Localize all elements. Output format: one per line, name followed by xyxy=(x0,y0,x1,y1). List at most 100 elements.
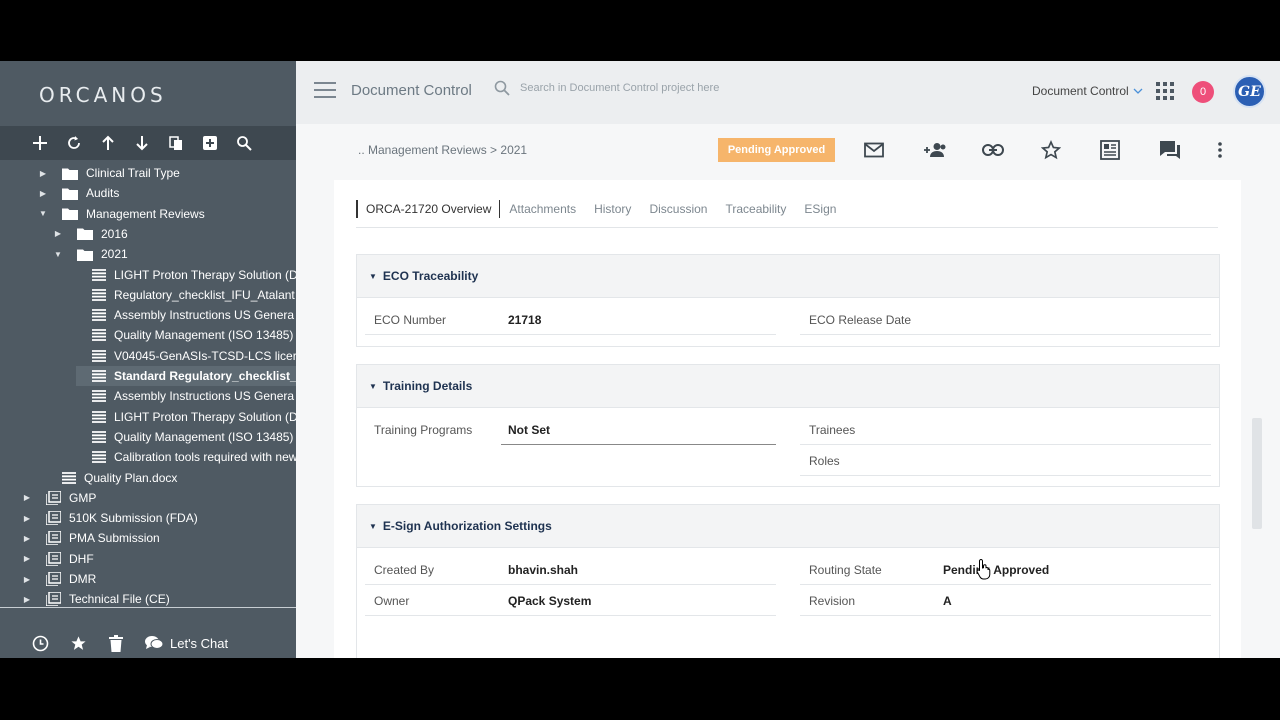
expand-right-icon[interactable]: ▶ xyxy=(22,575,32,584)
tree-node[interactable]: Quality Management (ISO 13485) xyxy=(92,325,293,345)
breadcrumb[interactable]: .. Management Reviews > 2021 xyxy=(358,143,527,157)
more-options-icon[interactable] xyxy=(1218,138,1228,162)
search-input[interactable] xyxy=(520,82,780,94)
comments-icon[interactable] xyxy=(1159,138,1218,162)
roles-field[interactable]: Roles xyxy=(800,445,1211,476)
tree-node[interactable]: Calibration tools required with new xyxy=(92,447,296,467)
folder-icon xyxy=(62,167,78,180)
tree-node-label: LIGHT Proton Therapy Solution (D xyxy=(114,267,296,282)
tree-node[interactable]: ▶ 510K Submission (FDA) xyxy=(22,508,198,528)
tab-traceability[interactable]: Traceability xyxy=(725,200,786,218)
expand-right-icon[interactable]: ▶ xyxy=(22,554,32,563)
add-users-icon[interactable] xyxy=(923,138,982,162)
training-programs-field[interactable]: Training Programs Not Set xyxy=(365,414,776,445)
expand-right-icon[interactable]: ▶ xyxy=(22,514,32,523)
tab-esign[interactable]: ESign xyxy=(804,200,836,218)
notification-badge[interactable]: 0 xyxy=(1192,81,1214,103)
tab-discussion[interactable]: Discussion xyxy=(649,200,707,218)
field-value[interactable]: 21718 xyxy=(508,313,541,327)
trash-icon[interactable] xyxy=(106,633,126,653)
link-icon[interactable] xyxy=(982,138,1041,162)
folder-icon xyxy=(62,187,78,200)
project-selector[interactable]: Document Control xyxy=(1032,84,1143,98)
tree-node[interactable]: Quality Management (ISO 13485) xyxy=(92,427,293,447)
expand-right-icon[interactable]: ▶ xyxy=(53,229,63,238)
trainees-field[interactable]: Trainees xyxy=(800,414,1211,445)
caret-down-icon: ▼ xyxy=(369,521,377,531)
tree-node-label: Quality Management (ISO 13485) xyxy=(114,429,294,444)
chevron-down-icon xyxy=(1133,88,1143,94)
report-icon[interactable] xyxy=(1100,138,1159,162)
tree-node[interactable]: ▼ Management Reviews xyxy=(38,204,205,224)
esign-settings-header[interactable]: ▼ E-Sign Authorization Settings xyxy=(357,505,1219,548)
search-icon[interactable] xyxy=(234,133,254,153)
scrollbar-thumb[interactable] xyxy=(1252,418,1262,529)
avatar[interactable]: GE xyxy=(1233,75,1266,108)
apps-grid-icon[interactable] xyxy=(1156,82,1174,100)
owner-field[interactable]: Owner QPack System xyxy=(365,585,776,616)
favorite-star-icon[interactable] xyxy=(1041,138,1100,162)
expand-right-icon[interactable]: ▶ xyxy=(22,493,32,502)
module-book-icon xyxy=(46,531,61,546)
expand-down-icon[interactable]: ▼ xyxy=(53,250,63,259)
expand-right-icon[interactable]: ▶ xyxy=(22,595,32,604)
clock-icon[interactable] xyxy=(30,633,50,653)
training-details-panel: ▼ Training Details Training Programs Not… xyxy=(356,364,1220,487)
tree-node[interactable]: Assembly Instructions US Genera xyxy=(92,386,294,406)
caret-down-icon: ▼ xyxy=(369,381,377,391)
tab-orca-21720-overview[interactable]: ORCA-21720 Overview xyxy=(356,200,501,218)
expand-right-icon[interactable]: ▶ xyxy=(38,169,48,178)
created-by-field: Created By bhavin.shah xyxy=(365,554,776,585)
document-icon xyxy=(92,430,106,443)
revision-field: Revision A xyxy=(800,585,1211,616)
field-label: Routing State xyxy=(809,562,882,577)
tab-attachments[interactable]: Attachments xyxy=(509,200,576,218)
tree-node[interactable]: Assembly Instructions US Genera xyxy=(92,305,294,325)
field-label: Owner xyxy=(374,593,410,608)
tree-node[interactable]: V04045-GenASIs-TCSD-LCS licer xyxy=(92,346,296,366)
expand-right-icon[interactable]: ▶ xyxy=(38,189,48,198)
move-down-icon[interactable] xyxy=(132,133,152,153)
tree-node[interactable]: Standard Regulatory_checklist_ xyxy=(92,366,296,386)
tree-node[interactable]: LIGHT Proton Therapy Solution (D xyxy=(92,265,296,285)
email-icon[interactable] xyxy=(864,138,923,162)
lets-chat-button[interactable]: Let's Chat xyxy=(144,635,228,651)
tree-node[interactable]: Regulatory_checklist_IFU_Atalant xyxy=(92,285,295,305)
tree-node[interactable]: ▶ Technical File (CE) xyxy=(22,589,170,607)
tree-node[interactable]: ▶ Audits xyxy=(38,183,119,203)
tab-history[interactable]: History xyxy=(594,200,631,218)
tree-node-label: PMA Submission xyxy=(69,531,160,546)
tree-node[interactable]: ▶ GMP xyxy=(22,488,96,508)
tree-node[interactable]: ▶ DHF xyxy=(22,549,94,569)
field-value[interactable]: QPack System xyxy=(508,594,591,608)
search-icon xyxy=(494,80,510,96)
expand-right-icon[interactable]: ▶ xyxy=(22,534,32,543)
search-bar xyxy=(494,80,780,96)
move-up-icon[interactable] xyxy=(98,133,118,153)
link-documents-icon[interactable] xyxy=(200,133,220,153)
field-label: Training Programs xyxy=(374,422,473,437)
menu-icon[interactable] xyxy=(314,82,336,98)
tree-node[interactable]: ▶ DMR xyxy=(22,569,96,589)
tree-node-label: Technical File (CE) xyxy=(69,592,170,607)
status-badge: Pending Approved xyxy=(718,138,835,162)
refresh-icon[interactable] xyxy=(64,133,84,153)
tree-node[interactable]: ▶ 2016 xyxy=(53,224,128,244)
module-book-icon xyxy=(46,592,61,607)
star-icon[interactable] xyxy=(68,633,88,653)
tree-node[interactable]: ▶ Clinical Trail Type xyxy=(38,163,180,183)
eco-release-date-field[interactable]: ECO Release Date xyxy=(800,304,1211,335)
folder-icon xyxy=(77,227,93,241)
document-icon xyxy=(92,349,106,362)
tree-node[interactable]: Quality Plan.docx xyxy=(62,468,177,488)
tree-node[interactable]: ▼ 2021 xyxy=(53,244,128,264)
tree-node[interactable]: LIGHT Proton Therapy Solution (D xyxy=(92,407,296,427)
expand-down-icon[interactable]: ▼ xyxy=(38,209,48,218)
folder-icon xyxy=(62,207,78,221)
add-icon[interactable] xyxy=(30,133,50,153)
copy-icon[interactable] xyxy=(166,133,186,153)
training-details-header[interactable]: ▼ Training Details xyxy=(357,365,1219,408)
field-value[interactable]: Not Set xyxy=(508,423,550,437)
tree-node[interactable]: ▶ PMA Submission xyxy=(22,528,160,548)
eco-traceability-header[interactable]: ▼ ECO Traceability xyxy=(357,255,1219,298)
